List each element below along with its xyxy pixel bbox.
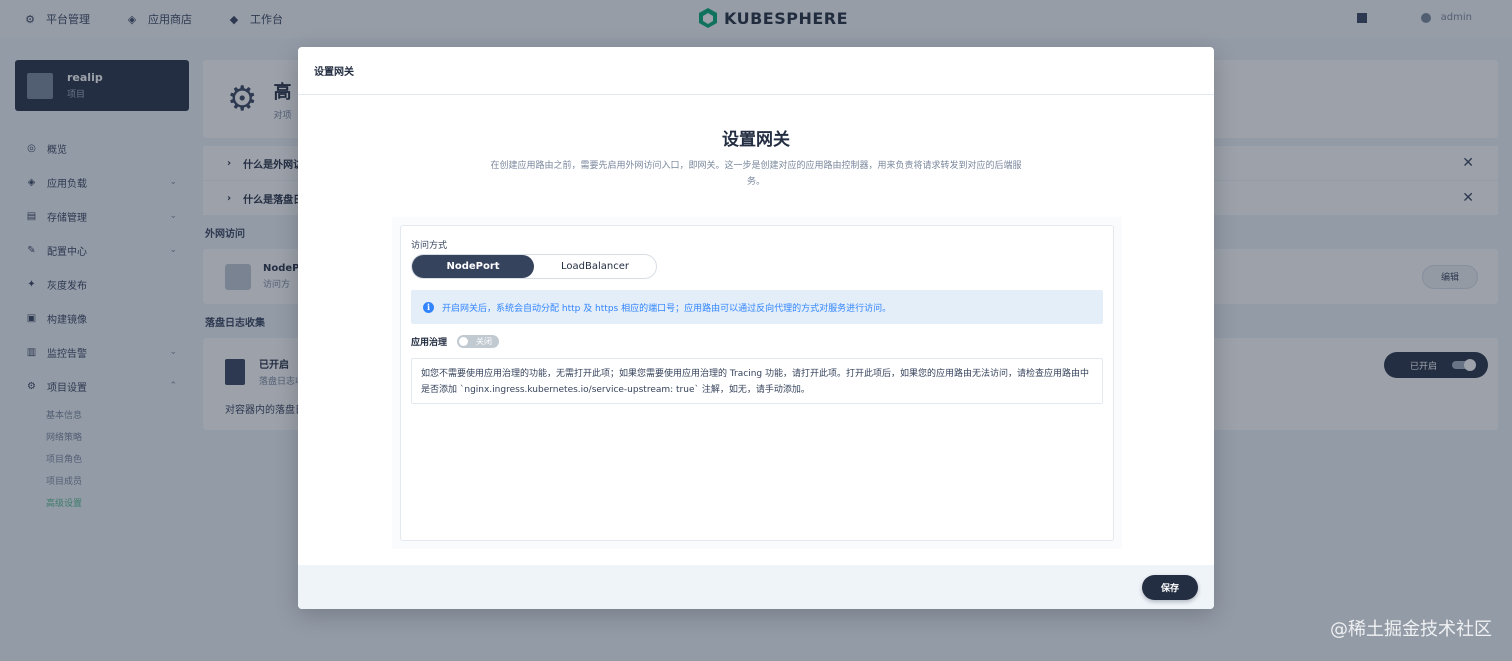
access-method-switch: NodePort LoadBalancer [411,254,657,279]
info-text: 开启网关后，系统会自动分配 http 及 https 相应的端口号；应用路由可以… [442,303,892,314]
app-governance-row: 应用治理 关闭 [411,335,500,348]
info-icon: i [423,301,434,313]
gateway-form: 访问方式 NodePort LoadBalancer i 开启网关后，系统会自动… [400,225,1114,541]
form-wrapper: 访问方式 NodePort LoadBalancer i 开启网关后，系统会自动… [392,217,1122,549]
modal-body: 设置网关 在创建应用路由之前，需要先启用外网访问入口，即网关。这一步是创建对应的… [298,95,1214,565]
modal-header: 设置网关 [298,47,1214,95]
set-gateway-modal: 设置网关 设置网关 在创建应用路由之前，需要先启用外网访问入口，即网关。这一步是… [298,47,1214,609]
nodeport-option[interactable]: NodePort [412,255,534,278]
toggle-label: 关闭 [476,337,493,346]
app-governance-toggle[interactable]: 关闭 [457,335,500,348]
modal-title: 设置网关 [722,130,790,150]
save-button[interactable]: 保存 [1142,575,1198,600]
modal-description: 在创建应用路由之前，需要先启用外网访问入口，即网关。这一步是创建对应的应用路由控… [490,161,1022,187]
modal-footer: 保存 [298,565,1214,609]
app-governance-label: 应用治理 [411,338,448,348]
toggle-knob [459,337,469,346]
info-banner: i 开启网关后，系统会自动分配 http 及 https 相应的端口号；应用路由… [411,290,1103,324]
loadbalancer-option[interactable]: LoadBalancer [534,255,656,278]
watermark: @稀土掘金技术社区 [1330,619,1492,640]
app-governance-description: 如您不需要使用应用治理的功能，无需打开此项；如果您需要使用应用治理的 Traci… [411,358,1103,404]
access-method-label: 访问方式 [411,241,448,251]
